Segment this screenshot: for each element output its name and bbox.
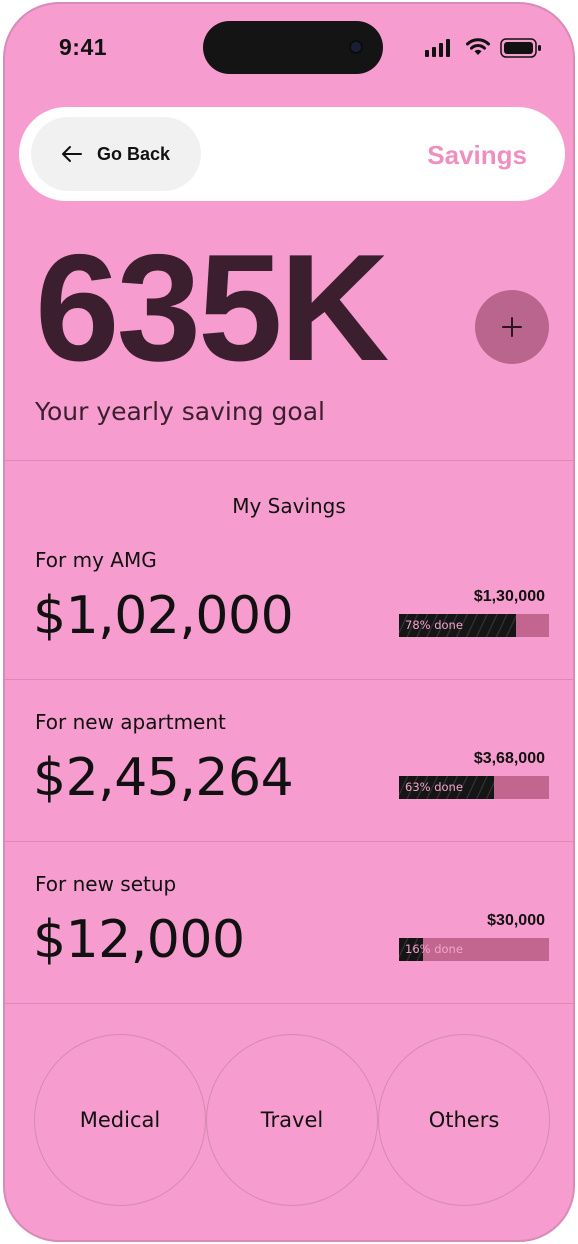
saving-label: For new apartment (35, 710, 226, 734)
progress-label: 16% done (405, 942, 463, 956)
status-icons (425, 37, 545, 61)
category-others-button[interactable]: Others (378, 1034, 550, 1206)
saving-amount: $1,02,000 (33, 586, 294, 646)
camera-icon (349, 40, 363, 54)
plus-icon (502, 317, 522, 337)
saving-target: $30,000 (487, 912, 545, 929)
saving-label: For my AMG (35, 548, 157, 572)
divider (5, 841, 573, 842)
header-bar: Go Back Savings (19, 107, 565, 201)
progress-bar: 78% done (399, 614, 549, 637)
saving-target: $1,30,000 (473, 588, 545, 605)
arrow-left-icon (62, 146, 82, 162)
saving-amount: $2,45,264 (33, 748, 294, 808)
saving-item-amg[interactable]: For my AMG $1,02,000 $1,30,000 78% done (5, 548, 573, 710)
go-back-button[interactable]: Go Back (31, 117, 201, 191)
saving-item-apartment[interactable]: For new apartment $2,45,264 $3,68,000 63… (5, 710, 573, 872)
progress-bar: 63% done (399, 776, 549, 799)
category-medical-button[interactable]: Medical (34, 1034, 206, 1206)
saving-target: $3,68,000 (473, 750, 545, 767)
divider (5, 679, 573, 680)
yearly-goal-label: Your yearly saving goal (35, 397, 325, 426)
category-travel-button[interactable]: Travel (206, 1034, 378, 1206)
yearly-goal-amount: 635K (35, 223, 389, 393)
phone-screen: 9:41 Go Back Savings 635K Your yearly sa… (3, 2, 575, 1242)
page-title: Savings (427, 140, 527, 170)
status-time: 9:41 (59, 34, 108, 60)
add-saving-button[interactable] (475, 290, 549, 364)
saving-amount: $12,000 (33, 910, 245, 970)
dynamic-island (203, 21, 383, 74)
saving-label: For new setup (35, 872, 177, 896)
my-savings-title: My Savings (232, 494, 346, 518)
battery-icon (500, 38, 541, 58)
saving-item-setup[interactable]: For new setup $12,000 $30,000 16% done (5, 872, 573, 1034)
divider (5, 1003, 573, 1004)
progress-label: 78% done (405, 618, 463, 632)
progress-label: 63% done (405, 780, 463, 794)
wifi-icon (466, 38, 490, 55)
go-back-label: Go Back (97, 143, 171, 164)
divider (5, 460, 573, 461)
progress-bar: 16% done (399, 938, 549, 961)
